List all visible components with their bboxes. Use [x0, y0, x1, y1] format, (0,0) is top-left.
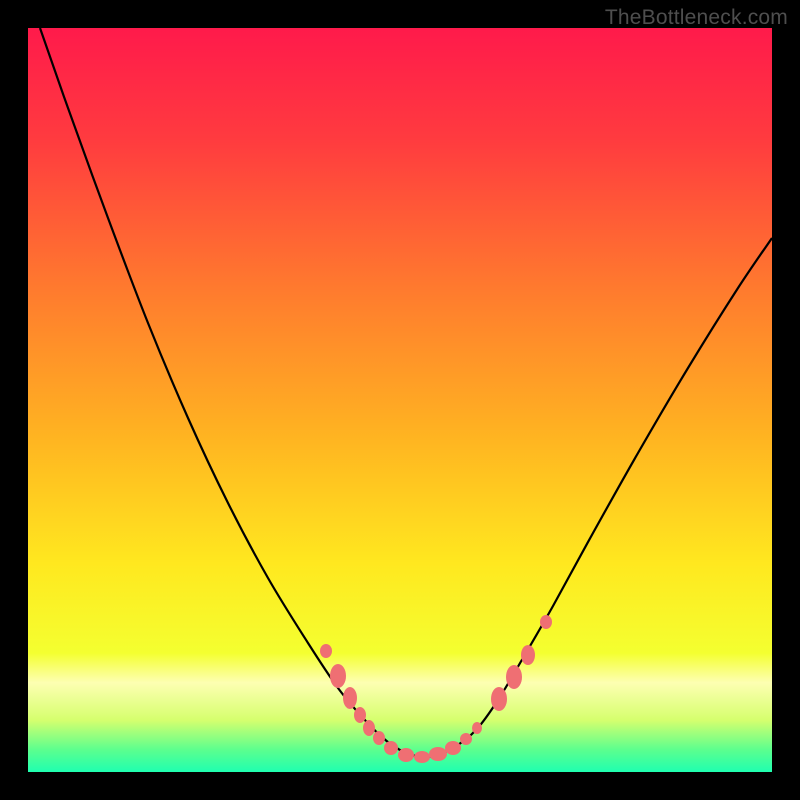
highlight-bead [445, 741, 461, 755]
highlight-bead [343, 687, 357, 709]
highlight-bead [460, 733, 472, 745]
highlight-bead [491, 687, 507, 711]
plot-area [28, 28, 772, 772]
highlight-bead [320, 644, 332, 658]
highlight-bead [429, 747, 447, 761]
watermark-text: TheBottleneck.com [605, 6, 788, 30]
highlight-bead [363, 720, 375, 736]
highlight-bead [414, 751, 430, 763]
highlight-bead [472, 722, 482, 734]
chart-frame: TheBottleneck.com [0, 0, 800, 800]
highlight-bead [398, 748, 414, 762]
highlight-bead [506, 665, 522, 689]
highlight-bead [354, 707, 366, 723]
bottleneck-chart [28, 28, 772, 772]
highlight-bead [330, 664, 346, 688]
highlight-bead [384, 741, 398, 755]
highlight-bead [521, 645, 535, 665]
highlight-bead [373, 731, 385, 745]
gradient-background [28, 28, 772, 772]
highlight-bead [540, 615, 552, 629]
